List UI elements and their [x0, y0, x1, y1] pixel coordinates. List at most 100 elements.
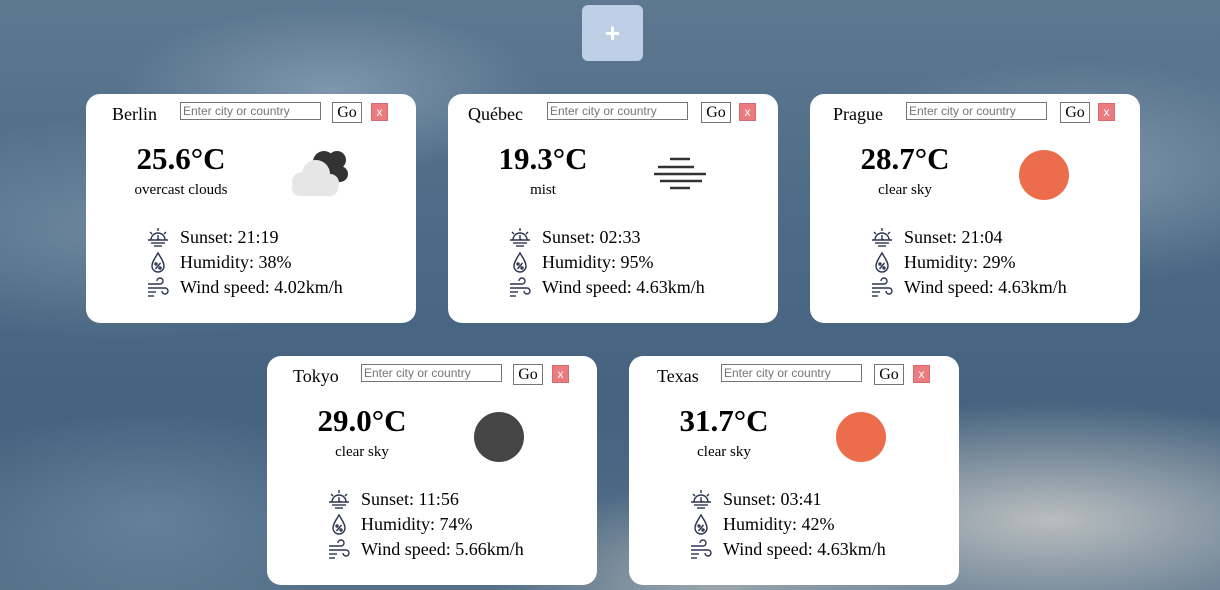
- humidity-icon: [332, 513, 346, 535]
- wind-value: 5.66km/h: [455, 539, 524, 559]
- sunset-icon: [872, 227, 892, 247]
- sunset-value: 03:41: [780, 489, 822, 509]
- weather-description: clear sky: [878, 182, 932, 198]
- humidity-label: Humidity:: [904, 252, 979, 272]
- sun-icon: [1019, 150, 1069, 200]
- sunset-row: Sunset: 11:56: [327, 487, 524, 512]
- humidity-label: Humidity:: [361, 514, 436, 534]
- temperature: 31.7°C: [679, 403, 769, 438]
- wind-value: 4.63km/h: [998, 277, 1067, 297]
- go-button[interactable]: Go: [513, 364, 543, 385]
- humidity-row: Humidity: 42%: [689, 512, 886, 537]
- humidity-row: Humidity: 29%: [870, 250, 1067, 275]
- humidity-icon: [513, 251, 527, 273]
- sunset-icon: [691, 489, 711, 509]
- sunset-value: 11:56: [418, 489, 459, 509]
- humidity-label: Humidity:: [180, 252, 255, 272]
- moon-icon: [474, 412, 524, 462]
- humidity-label: Humidity:: [542, 252, 617, 272]
- close-card-button[interactable]: x: [1098, 103, 1115, 121]
- city-search-input[interactable]: [361, 364, 502, 382]
- temperature: 19.3°C: [498, 141, 588, 176]
- city-name: Texas: [657, 366, 699, 386]
- temperature: 28.7°C: [860, 141, 950, 176]
- go-button[interactable]: Go: [874, 364, 904, 385]
- sunset-icon: [329, 489, 349, 509]
- humidity-icon: [694, 513, 708, 535]
- city-search-input[interactable]: [906, 102, 1047, 120]
- sunset-value: 21:19: [237, 227, 279, 247]
- humidity-label: Humidity:: [723, 514, 798, 534]
- sun-icon: [836, 412, 886, 462]
- humidity-icon: [151, 251, 165, 273]
- temperature: 29.0°C: [317, 403, 407, 438]
- weather-card: Berlin Go x 25.6°C overcast clouds Sunse…: [86, 94, 416, 323]
- sunset-label: Sunset:: [180, 227, 234, 247]
- wind-row: Wind speed: 4.63km/h: [870, 275, 1067, 300]
- close-card-button[interactable]: x: [371, 103, 388, 121]
- humidity-value: 74%: [439, 514, 473, 534]
- wind-icon: [329, 538, 350, 559]
- wind-row: Wind speed: 4.63km/h: [508, 275, 705, 300]
- mist-icon: [654, 157, 706, 190]
- wind-row: Wind speed: 4.63km/h: [689, 537, 886, 562]
- go-button[interactable]: Go: [1060, 102, 1090, 123]
- weather-description: mist: [530, 182, 556, 198]
- sunset-row: Sunset: 02:33: [508, 225, 705, 250]
- close-card-button[interactable]: x: [739, 103, 756, 121]
- weather-description: clear sky: [335, 444, 389, 460]
- city-search-input[interactable]: [547, 102, 688, 120]
- weather-card: Tokyo Go x 29.0°C clear sky Sunset: 11:5…: [267, 356, 597, 585]
- sunset-row: Sunset: 21:19: [146, 225, 343, 250]
- sunset-value: 02:33: [599, 227, 641, 247]
- go-button[interactable]: Go: [332, 102, 362, 123]
- humidity-value: 42%: [801, 514, 835, 534]
- temperature: 25.6°C: [136, 141, 226, 176]
- wind-label: Wind speed:: [904, 277, 994, 297]
- humidity-icon: [875, 251, 889, 273]
- wind-label: Wind speed:: [361, 539, 451, 559]
- wind-label: Wind speed:: [542, 277, 632, 297]
- wind-icon: [872, 276, 893, 297]
- weather-card: Prague Go x 28.7°C clear sky Sunset: 21:…: [810, 94, 1140, 323]
- wind-label: Wind speed:: [723, 539, 813, 559]
- city-name: Berlin: [112, 104, 157, 124]
- wind-row: Wind speed: 5.66km/h: [327, 537, 524, 562]
- wind-value: 4.63km/h: [817, 539, 886, 559]
- city-name: Prague: [833, 104, 883, 124]
- wind-value: 4.02km/h: [274, 277, 343, 297]
- wind-value: 4.63km/h: [636, 277, 705, 297]
- sunset-row: Sunset: 03:41: [689, 487, 886, 512]
- wind-icon: [510, 276, 531, 297]
- humidity-row: Humidity: 95%: [508, 250, 705, 275]
- add-card-button[interactable]: +: [582, 5, 643, 61]
- sunset-label: Sunset:: [723, 489, 777, 509]
- weather-description: overcast clouds: [134, 182, 228, 198]
- humidity-row: Humidity: 74%: [327, 512, 524, 537]
- humidity-value: 95%: [620, 252, 654, 272]
- sunset-label: Sunset:: [361, 489, 415, 509]
- humidity-row: Humidity: 38%: [146, 250, 343, 275]
- close-card-button[interactable]: x: [552, 365, 569, 383]
- weather-card: Texas Go x 31.7°C clear sky Sunset: 03:4…: [629, 356, 959, 585]
- city-name: Québec: [468, 104, 523, 124]
- wind-row: Wind speed: 4.02km/h: [146, 275, 343, 300]
- sunset-icon: [510, 227, 530, 247]
- humidity-value: 29%: [982, 252, 1016, 272]
- sunset-row: Sunset: 21:04: [870, 225, 1067, 250]
- wind-label: Wind speed:: [180, 277, 270, 297]
- weather-description: clear sky: [697, 444, 751, 460]
- close-card-button[interactable]: x: [913, 365, 930, 383]
- city-search-input[interactable]: [180, 102, 321, 120]
- wind-icon: [148, 276, 169, 297]
- sunset-value: 21:04: [961, 227, 1003, 247]
- sunset-label: Sunset:: [904, 227, 958, 247]
- weather-card: Québec Go x 19.3°C mist Sunset: 02:33 Hu…: [448, 94, 778, 323]
- city-search-input[interactable]: [721, 364, 862, 382]
- overcast-cloud-icon: [292, 151, 348, 196]
- wind-icon: [691, 538, 712, 559]
- sunset-label: Sunset:: [542, 227, 596, 247]
- city-name: Tokyo: [293, 366, 339, 386]
- humidity-value: 38%: [258, 252, 292, 272]
- go-button[interactable]: Go: [701, 102, 731, 123]
